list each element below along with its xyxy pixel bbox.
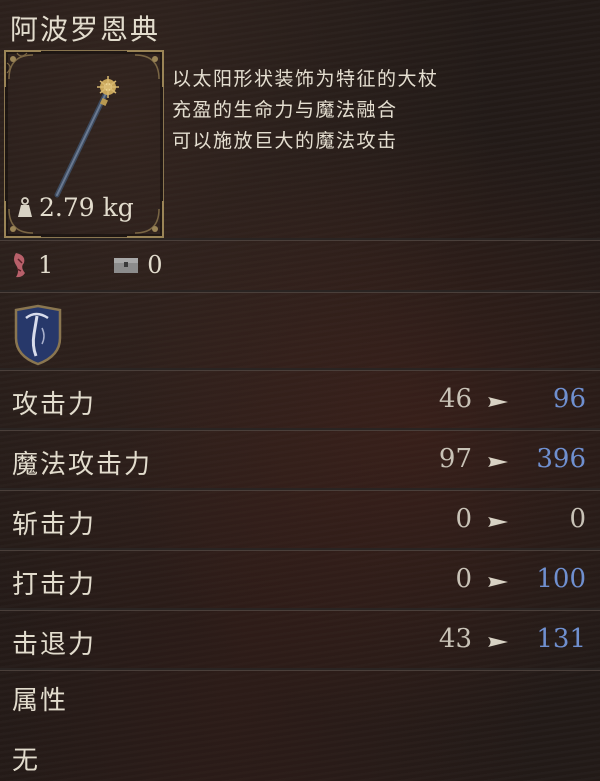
stat-after-value: 100 [536,564,586,594]
stat-after-value: 396 [536,444,586,474]
divider [0,428,600,431]
stat-before-value: 0 [455,504,472,534]
weight-display: 2.79 kg [15,193,134,222]
arrow-right-icon [488,577,508,587]
divider [0,548,600,551]
stat-row-knockback: 击退力 43 131 [0,612,600,670]
weight-icon [18,196,32,217]
chest-icon [114,258,139,273]
attribute-value: 无 [12,746,41,776]
storage-value: 0 [147,251,163,279]
attribute-label: 属性 [12,686,69,716]
stat-label: 斩击力 [12,510,97,540]
divider [0,608,600,611]
stat-label: 击退力 [12,630,97,660]
requirements-row: 1 0 [10,250,223,280]
stat-row-slash: 斩击力 0 0 [0,492,600,550]
description-line: 充盈的生命力与魔法融合 [172,99,398,121]
divider [0,290,600,293]
attunement-requirement: 1 [10,251,53,279]
staff-icon [54,76,119,198]
sorcery-shield-icon [14,304,62,366]
stat-after-value: 96 [552,384,586,414]
stat-after-value: 131 [536,624,586,654]
arrow-right-icon [488,637,508,647]
stat-before-value: 43 [438,624,472,654]
item-image-frame: 2.79 kg [4,50,164,238]
arrow-right-icon [488,517,508,527]
frame-ornament-icon [127,50,164,87]
attunement-value: 1 [38,251,54,279]
stat-after-value: 0 [569,504,586,534]
arrow-right-icon [488,397,508,407]
item-name: 阿波罗恩典 [10,13,161,46]
divider [0,488,600,491]
stat-before-value: 46 [438,384,472,414]
item-description: 以太阳形状装饰为特征的大杖 充盈的生命力与魔法融合 可以施放巨大的魔法攻击 [172,64,439,157]
arrow-right-icon [488,457,508,467]
weight-value: 2.79 kg [39,193,134,222]
stat-row-strike: 打击力 0 100 [0,552,600,610]
stat-label: 攻击力 [12,390,97,420]
divider [0,668,600,671]
frame-ornament-icon [4,50,41,87]
divider [0,368,600,371]
stat-label: 魔法攻击力 [12,450,153,480]
stat-before-value: 0 [455,564,472,594]
storage-requirement: 0 [113,251,163,279]
description-line: 可以施放巨大的魔法攻击 [172,130,398,152]
stat-before-value: 97 [438,444,472,474]
attunement-icon [14,253,25,278]
stat-row-attack: 攻击力 46 96 [0,372,600,430]
description-line: 以太阳形状装饰为特征的大杖 [172,68,439,90]
stat-label: 打击力 [12,570,97,600]
divider [0,238,600,241]
item-detail-panel: 阿波罗恩典 2.79 kg 以太阳形状装饰为特征的大杖 充盈的生命力与魔法融合 … [0,0,600,781]
stat-row-magic-attack: 魔法攻击力 97 396 [0,432,600,490]
